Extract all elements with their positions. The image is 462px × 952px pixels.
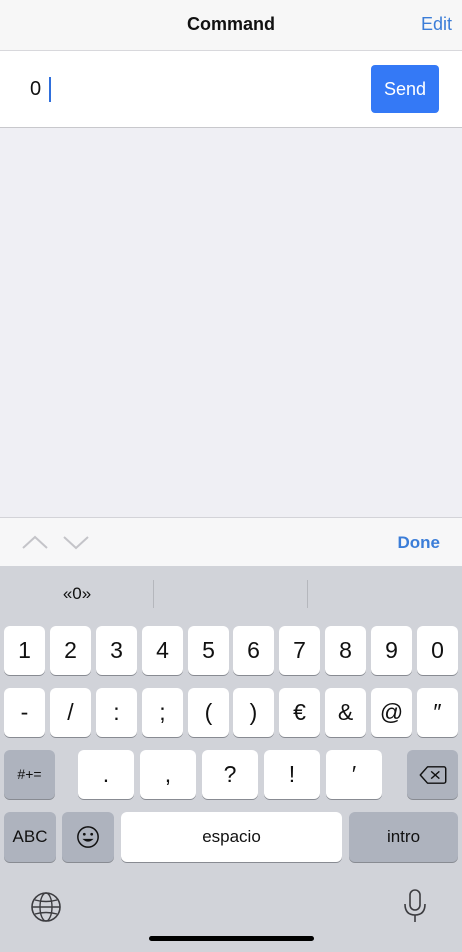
chevron-up-icon[interactable] <box>20 532 50 552</box>
key-exclamation[interactable]: ! <box>264 750 320 799</box>
key-slash[interactable]: / <box>50 688 91 737</box>
key-prime[interactable]: ′ <box>326 750 382 799</box>
microphone-icon[interactable] <box>402 888 428 924</box>
key-1[interactable]: 1 <box>4 626 45 675</box>
key-8[interactable]: 8 <box>325 626 366 675</box>
home-indicator <box>149 936 314 941</box>
emoji-key[interactable] <box>62 812 114 862</box>
command-input[interactable] <box>30 71 350 107</box>
globe-icon[interactable] <box>30 891 62 923</box>
suggestion-bar: «0» <box>0 566 462 620</box>
symbols-toggle-key[interactable]: #+= <box>4 750 55 799</box>
key-at[interactable]: @ <box>371 688 412 737</box>
delete-key[interactable] <box>407 750 458 799</box>
edit-button[interactable]: Edit <box>421 14 452 35</box>
page-title: Command <box>186 14 275 34</box>
backspace-icon <box>419 766 446 784</box>
return-key[interactable]: intro <box>349 812 458 862</box>
emoji-icon <box>77 826 99 848</box>
key-0[interactable]: 0 <box>417 626 458 675</box>
navigation-bar: Command Edit <box>0 0 462 51</box>
key-9[interactable]: 9 <box>371 626 412 675</box>
key-6[interactable]: 6 <box>233 626 274 675</box>
key-colon[interactable]: : <box>96 688 137 737</box>
chevron-down-icon[interactable] <box>61 532 91 552</box>
content-area <box>0 128 462 517</box>
key-comma[interactable]: , <box>140 750 196 799</box>
keyboard-accessory-bar: Done <box>0 517 462 566</box>
key-4[interactable]: 4 <box>142 626 183 675</box>
done-button[interactable]: Done <box>398 533 441 553</box>
suggestion-2[interactable] <box>154 566 308 620</box>
key-ampersand[interactable]: & <box>325 688 366 737</box>
key-open-paren[interactable]: ( <box>188 688 229 737</box>
key-period[interactable]: . <box>78 750 134 799</box>
key-2[interactable]: 2 <box>50 626 91 675</box>
key-euro[interactable]: € <box>279 688 320 737</box>
space-key[interactable]: espacio <box>121 812 342 862</box>
key-close-paren[interactable]: ) <box>233 688 274 737</box>
key-5[interactable]: 5 <box>188 626 229 675</box>
suggestion-3[interactable] <box>308 566 462 620</box>
key-hyphen[interactable]: - <box>4 688 45 737</box>
key-quote[interactable]: ″ <box>417 688 458 737</box>
key-semicolon[interactable]: ; <box>142 688 183 737</box>
key-3[interactable]: 3 <box>96 626 137 675</box>
text-cursor <box>49 77 51 102</box>
send-button[interactable]: Send <box>371 65 439 113</box>
suggestion-1[interactable]: «0» <box>0 566 154 620</box>
abc-key[interactable]: ABC <box>4 812 56 862</box>
key-question[interactable]: ? <box>202 750 258 799</box>
key-7[interactable]: 7 <box>279 626 320 675</box>
